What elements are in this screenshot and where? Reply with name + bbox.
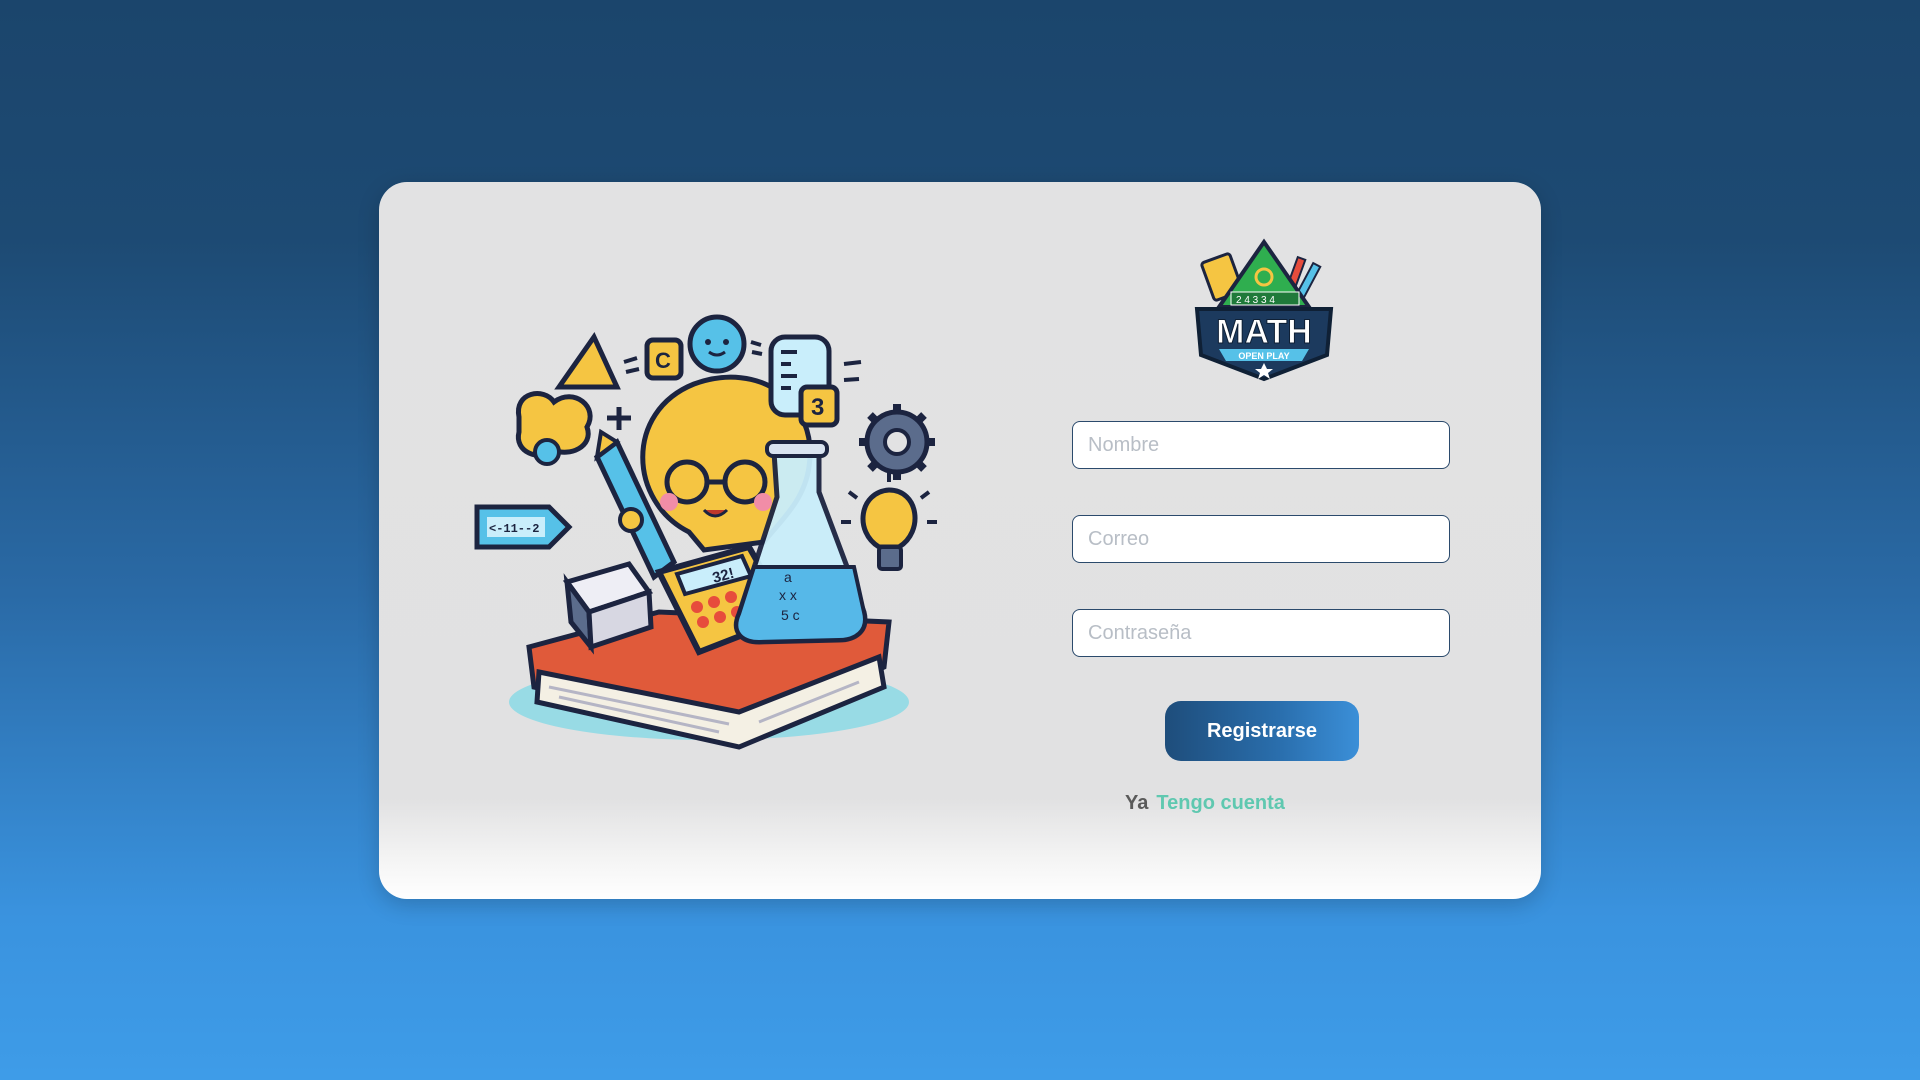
math-open-play-logo: 2 4 3 3 4 MATH OPEN PLAY bbox=[1189, 237, 1339, 382]
svg-text:a: a bbox=[784, 569, 792, 585]
note-digit: 3 bbox=[811, 394, 824, 421]
letter-block-text: C bbox=[655, 348, 671, 373]
logo-subtitle: OPEN PLAY bbox=[1238, 351, 1289, 361]
brain-icon bbox=[515, 391, 593, 466]
ruler-note-icon: 3 bbox=[768, 334, 862, 428]
name-input[interactable] bbox=[1072, 421, 1450, 469]
smiley-ball-icon bbox=[687, 314, 763, 374]
email-input[interactable] bbox=[1072, 515, 1450, 563]
password-input[interactable] bbox=[1072, 609, 1450, 657]
svg-text:5 c: 5 c bbox=[781, 607, 800, 623]
plus-icon bbox=[607, 407, 631, 430]
logo-digits: 2 4 3 3 4 bbox=[1236, 295, 1275, 306]
logo-title: MATH bbox=[1216, 313, 1312, 351]
tag-text: <-11--2 bbox=[489, 522, 539, 536]
gear-icon bbox=[859, 404, 935, 480]
have-account-link[interactable]: Tengo cuenta bbox=[1156, 792, 1285, 814]
svg-text:x x: x x bbox=[779, 587, 797, 603]
number-tag-icon: <-11--2 bbox=[474, 504, 573, 550]
register-button[interactable]: Registrarse bbox=[1165, 701, 1359, 761]
triangle-ruler-icon bbox=[554, 331, 640, 390]
register-card: 32! a x x 5 c C 3 <-11--2 2 4 3 3 4 MATH… bbox=[379, 182, 1541, 899]
letter-block-icon: C bbox=[644, 337, 684, 381]
login-prompt: Ya Tengo cuenta bbox=[379, 792, 1541, 815]
small-lightbulb-icon bbox=[841, 472, 937, 571]
math-illustration: 32! a x x 5 c C 3 <-11--2 bbox=[459, 292, 1019, 792]
login-prompt-prefix: Ya bbox=[1125, 792, 1149, 814]
